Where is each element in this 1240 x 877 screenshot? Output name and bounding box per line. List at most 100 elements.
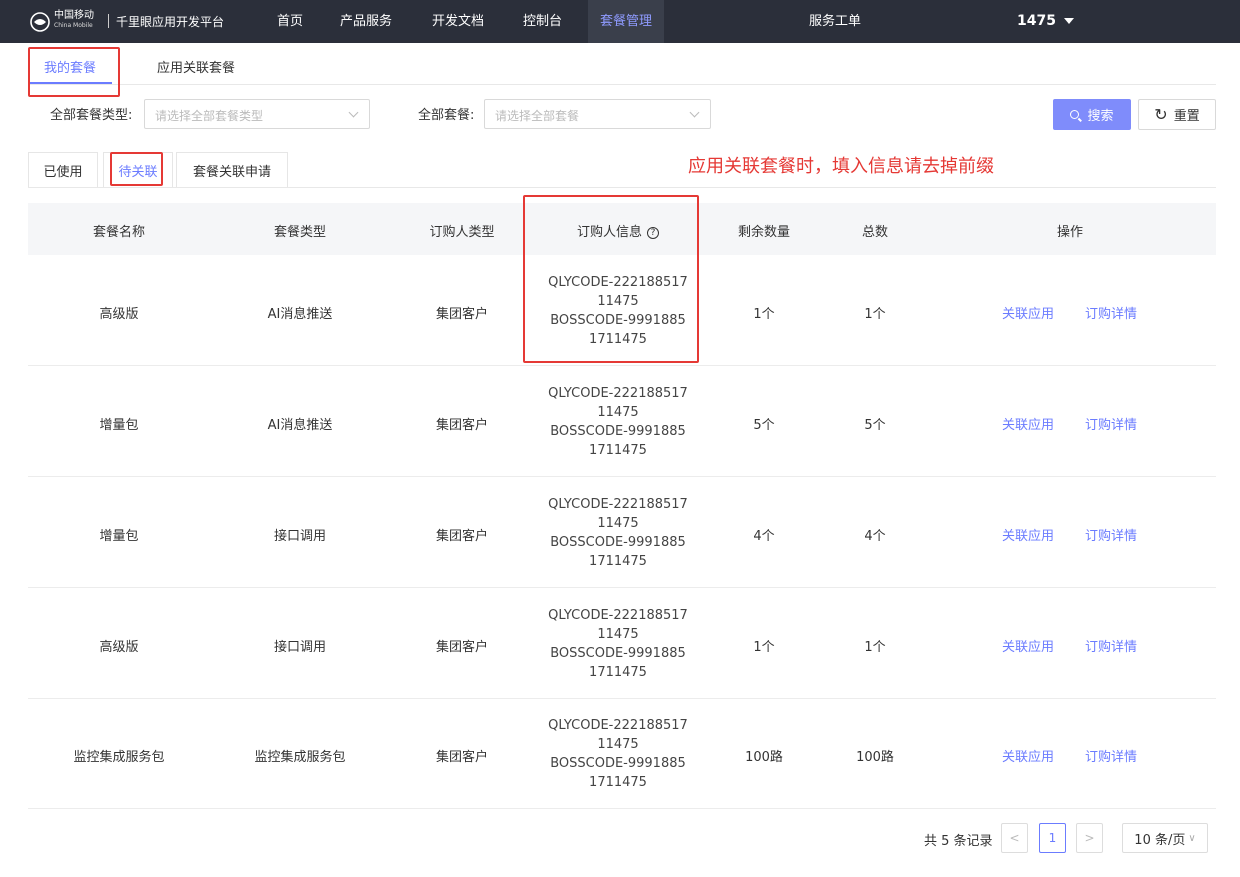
top-navbar: 中国移动 China Mobile 千里眼应用开发平台 首页 产品服务 开发文档… [0, 0, 1240, 43]
nav-service-tickets[interactable]: 服务工单 [809, 0, 861, 43]
highlight-box-pending-link [110, 152, 163, 186]
cell-package-type: 接口调用 [273, 529, 327, 544]
cell-total: 100路 [856, 750, 894, 765]
link-app-link[interactable]: 关联应用 [1002, 303, 1054, 322]
package-select[interactable]: 请选择全部套餐 [484, 99, 711, 129]
buyer-info-line: 1711475 [589, 443, 647, 458]
tab-app-linked-packages[interactable]: 应用关联套餐 [157, 57, 235, 76]
cell-total: 4个 [864, 529, 886, 544]
order-details-link[interactable]: 订购详情 [1085, 303, 1137, 322]
cell-remaining: 4个 [753, 529, 775, 544]
cell-total: 1个 [864, 307, 886, 322]
col-buyer-type: 订购人类型 [429, 225, 495, 240]
chevron-down-icon [689, 107, 700, 118]
cell-package-name: 高级版 [99, 640, 139, 655]
cell-remaining: 1个 [753, 307, 775, 322]
search-button[interactable]: 搜索 [1053, 99, 1131, 130]
page-size-value: 10 条/页 [1134, 832, 1186, 848]
order-details-link[interactable]: 订购详情 [1085, 525, 1137, 544]
col-package-type: 套餐类型 [273, 225, 327, 240]
cell-buyer-info: QLYCODE-222188517 11475 BOSSCODE-9991885… [548, 495, 688, 571]
platform-title: 千里眼应用开发平台 [116, 15, 225, 29]
cell-buyer-type: 集团客户 [435, 307, 489, 322]
tab-link-application-label: 套餐关联申请 [192, 165, 271, 180]
pagination-page-1[interactable]: 1 [1039, 823, 1066, 853]
user-menu[interactable]: 1475 [1017, 0, 1074, 43]
order-details-link[interactable]: 订购详情 [1085, 746, 1137, 765]
china-mobile-logo-icon [30, 12, 50, 32]
col-remaining: 剩余数量 [737, 225, 791, 240]
caret-down-icon [1063, 18, 1074, 24]
package-placeholder: 请选择全部套餐 [495, 109, 580, 123]
table-row: 高级版 接口调用 集团客户 QLYCODE-222188517 11475 BO… [28, 588, 1216, 699]
table-row: 监控集成服务包 监控集成服务包 集团客户 QLYCODE-222188517 1… [28, 698, 1216, 809]
cell-buyer-info: QLYCODE-222188517 11475 BOSSCODE-9991885… [548, 716, 688, 792]
brand-name-cn: 中国移动 [54, 10, 94, 21]
package-type-select[interactable]: 请选择全部套餐类型 [144, 99, 370, 129]
cell-buyer-info: QLYCODE-222188517 11475 BOSSCODE-9991885… [548, 384, 688, 460]
buyer-info-line: 11475 [597, 516, 639, 531]
link-app-link[interactable]: 关联应用 [1002, 746, 1054, 765]
nav-console[interactable]: 控制台 [523, 0, 562, 43]
cell-package-type: AI消息推送 [267, 307, 333, 322]
buyer-info-line: QLYCODE-222188517 [548, 386, 688, 401]
cell-package-name: 监控集成服务包 [73, 750, 165, 765]
buyer-info-line: QLYCODE-222188517 [548, 497, 688, 512]
order-details-link[interactable]: 订购详情 [1085, 636, 1137, 655]
col-total: 总数 [861, 225, 889, 240]
cell-package-type: AI消息推送 [267, 418, 333, 433]
pagination-total: 共 5 条记录 [924, 834, 993, 849]
buyer-info-line: QLYCODE-222188517 [548, 608, 688, 623]
brand[interactable]: 中国移动 China Mobile 千里眼应用开发平台 [30, 10, 224, 34]
tab-used[interactable]: 已使用 [28, 152, 98, 188]
order-details-link[interactable]: 订购详情 [1085, 414, 1137, 433]
cell-package-name: 增量包 [99, 529, 139, 544]
link-app-link[interactable]: 关联应用 [1002, 636, 1054, 655]
buyer-info-line: BOSSCODE-9991885 [550, 424, 686, 439]
refresh-icon: ↻ [1154, 105, 1168, 124]
cell-total: 5个 [864, 418, 886, 433]
reset-button[interactable]: ↻ 重置 [1138, 99, 1216, 130]
buyer-info-line: 1711475 [589, 665, 647, 680]
tab-link-application[interactable]: 套餐关联申请 [176, 152, 288, 188]
pagination-prev-button[interactable]: < [1001, 823, 1028, 853]
chevron-left-icon: < [1009, 831, 1020, 845]
package-label: 全部套餐: [418, 108, 475, 123]
buyer-info-line: 11475 [597, 627, 639, 642]
buyer-info-line: 11475 [597, 405, 639, 420]
nav-package-management[interactable]: 套餐管理 [588, 0, 665, 43]
page-size-select[interactable]: 10 条/页 ∨ [1122, 823, 1208, 853]
cell-package-name: 增量包 [99, 418, 139, 433]
cell-remaining: 1个 [753, 640, 775, 655]
buyer-info-line: 1711475 [589, 554, 647, 569]
buyer-info-line: BOSSCODE-9991885 [550, 646, 686, 661]
user-id: 1475 [1017, 13, 1056, 29]
table-row: 增量包 AI消息推送 集团客户 QLYCODE-222188517 11475 … [28, 366, 1216, 477]
chevron-right-icon: > [1084, 831, 1095, 845]
pagination-page-number: 1 [1048, 831, 1057, 845]
package-type-label: 全部套餐类型: [50, 108, 133, 123]
pagination-next-button[interactable]: > [1076, 823, 1103, 853]
buyer-info-line: 11475 [597, 737, 639, 752]
status-tabs-divider [28, 187, 1216, 188]
cell-remaining: 100路 [745, 750, 783, 765]
nav-home[interactable]: 首页 [277, 0, 303, 43]
brand-name-en: China Mobile [54, 22, 93, 29]
cell-buyer-type: 集团客户 [435, 750, 489, 765]
link-app-link[interactable]: 关联应用 [1002, 525, 1054, 544]
cell-package-type: 监控集成服务包 [254, 750, 346, 765]
package-type-placeholder: 请选择全部套餐类型 [155, 109, 264, 123]
nav-docs[interactable]: 开发文档 [432, 0, 484, 43]
annotation-note: 应用关联套餐时，填入信息请去掉前缀 [688, 156, 994, 177]
chevron-down-icon: ∨ [1188, 832, 1196, 844]
link-app-link[interactable]: 关联应用 [1002, 414, 1054, 433]
nav-products[interactable]: 产品服务 [340, 0, 392, 43]
cell-buyer-type: 集团客户 [435, 640, 489, 655]
chevron-down-icon [348, 107, 359, 118]
buyer-info-line: QLYCODE-222188517 [548, 718, 688, 733]
buyer-info-line: BOSSCODE-9991885 [550, 756, 686, 771]
col-actions: 操作 [1056, 225, 1084, 240]
highlight-box-my-packages [28, 47, 120, 97]
search-button-label: 搜索 [1087, 109, 1114, 124]
table-row: 增量包 接口调用 集团客户 QLYCODE-222188517 11475 BO… [28, 477, 1216, 588]
